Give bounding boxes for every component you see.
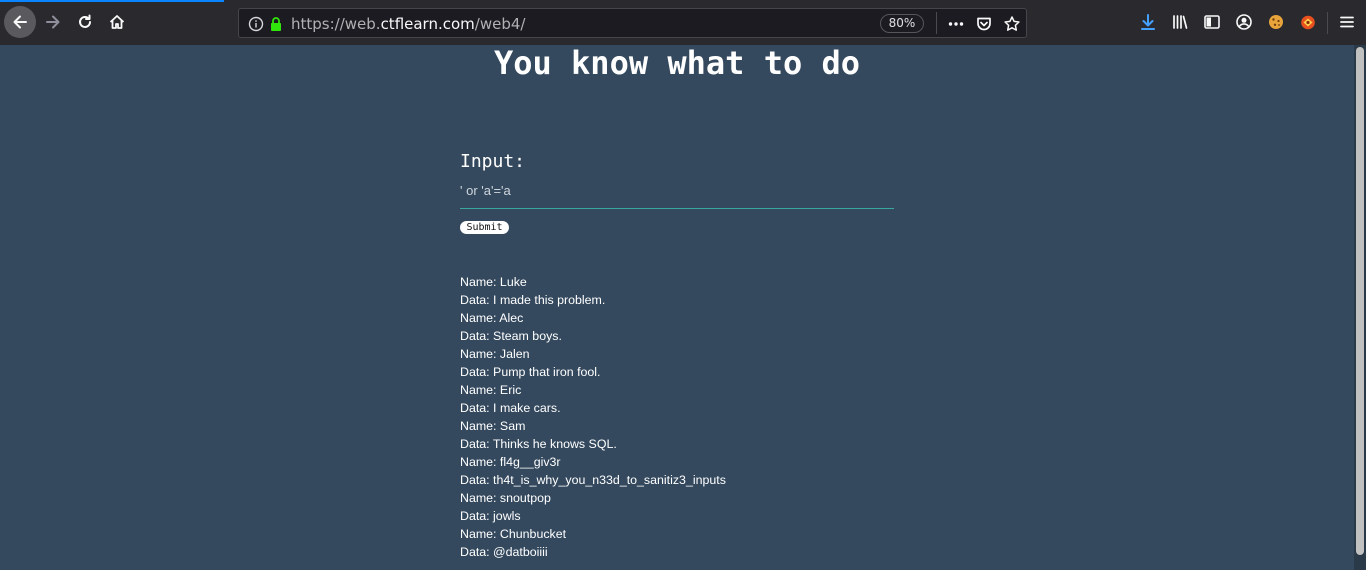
bookmark-star-icon[interactable] <box>1002 14 1022 34</box>
pocket-icon[interactable] <box>974 14 994 34</box>
zoom-badge[interactable]: 80% <box>880 14 924 33</box>
lock-icon[interactable] <box>266 14 286 34</box>
account-icon <box>1236 14 1252 30</box>
arrow-right-icon <box>46 15 60 29</box>
result-data: Data: I make cars. <box>460 401 561 415</box>
back-button[interactable] <box>4 6 36 38</box>
sidebar-button[interactable] <box>1197 7 1227 37</box>
page-actions-icon[interactable] <box>946 14 966 34</box>
downloads-button[interactable] <box>1133 7 1163 37</box>
result-name: Name: snoutpop <box>460 491 551 505</box>
reload-button[interactable] <box>70 7 100 37</box>
result-name: Name: Sam <box>460 419 526 433</box>
result-data: Data: @datboiiii <box>460 545 548 559</box>
result-name: Name: fl4g__giv3r <box>460 455 561 469</box>
url-text[interactable]: https://web.ctflearn.com/web4/ <box>291 15 525 33</box>
address-bar[interactable]: https://web.ctflearn.com/web4/ 80% <box>238 8 1027 38</box>
forward-button[interactable] <box>38 7 68 37</box>
arrow-left-icon <box>13 15 27 29</box>
url-path: /web4/ <box>474 15 526 33</box>
cookie-icon <box>1269 15 1283 29</box>
toolbar-divider <box>1327 12 1328 34</box>
scrollbar-thumb[interactable] <box>1356 47 1364 555</box>
url-host: ctflearn.com <box>380 15 475 33</box>
library-button[interactable] <box>1165 7 1195 37</box>
result-data: Data: I made this problem. <box>460 293 606 307</box>
extension-button[interactable] <box>1293 7 1323 37</box>
download-icon <box>1141 14 1155 30</box>
home-button[interactable] <box>102 7 132 37</box>
result-name: Name: Eric <box>460 383 522 397</box>
result-data: Data: Steam boys. <box>460 329 562 343</box>
menu-button[interactable] <box>1332 7 1362 37</box>
result-name: Name: Luke <box>460 275 527 289</box>
result-name: Name: Chunbucket <box>460 527 567 541</box>
account-button[interactable] <box>1229 7 1259 37</box>
result-data: Data: jowls <box>460 509 521 523</box>
input-label: Input: <box>460 151 526 172</box>
result-name: Name: Jalen <box>460 347 530 361</box>
result-data: Data: Thinks he knows SQL. <box>460 437 617 451</box>
urlbar-divider <box>936 12 937 34</box>
active-tab-indicator <box>0 0 224 2</box>
extension-fox-icon <box>1301 15 1315 30</box>
results-list: Name: Luke Data: I made this problem. Na… <box>460 273 726 561</box>
submit-button[interactable]: Submit <box>460 221 509 234</box>
page-title: You know what to do <box>493 44 861 82</box>
info-icon[interactable] <box>246 14 266 34</box>
result-name: Name: Alec <box>460 311 524 325</box>
result-data: Data: Pump that iron fool. <box>460 365 601 379</box>
reload-icon <box>79 14 91 28</box>
query-input[interactable] <box>460 178 894 209</box>
browser-toolbar: https://web.ctflearn.com/web4/ 80% <box>0 0 1366 45</box>
home-icon <box>109 15 125 29</box>
result-data: Data: th4t_is_why_you_n33d_to_sanitiz3_i… <box>460 473 726 487</box>
url-prefix: https://web. <box>291 15 381 33</box>
hamburger-menu-icon <box>1340 16 1354 28</box>
sidebar-icon <box>1204 15 1220 29</box>
library-icon <box>1173 15 1188 29</box>
cookie-extension-button[interactable] <box>1261 7 1291 37</box>
